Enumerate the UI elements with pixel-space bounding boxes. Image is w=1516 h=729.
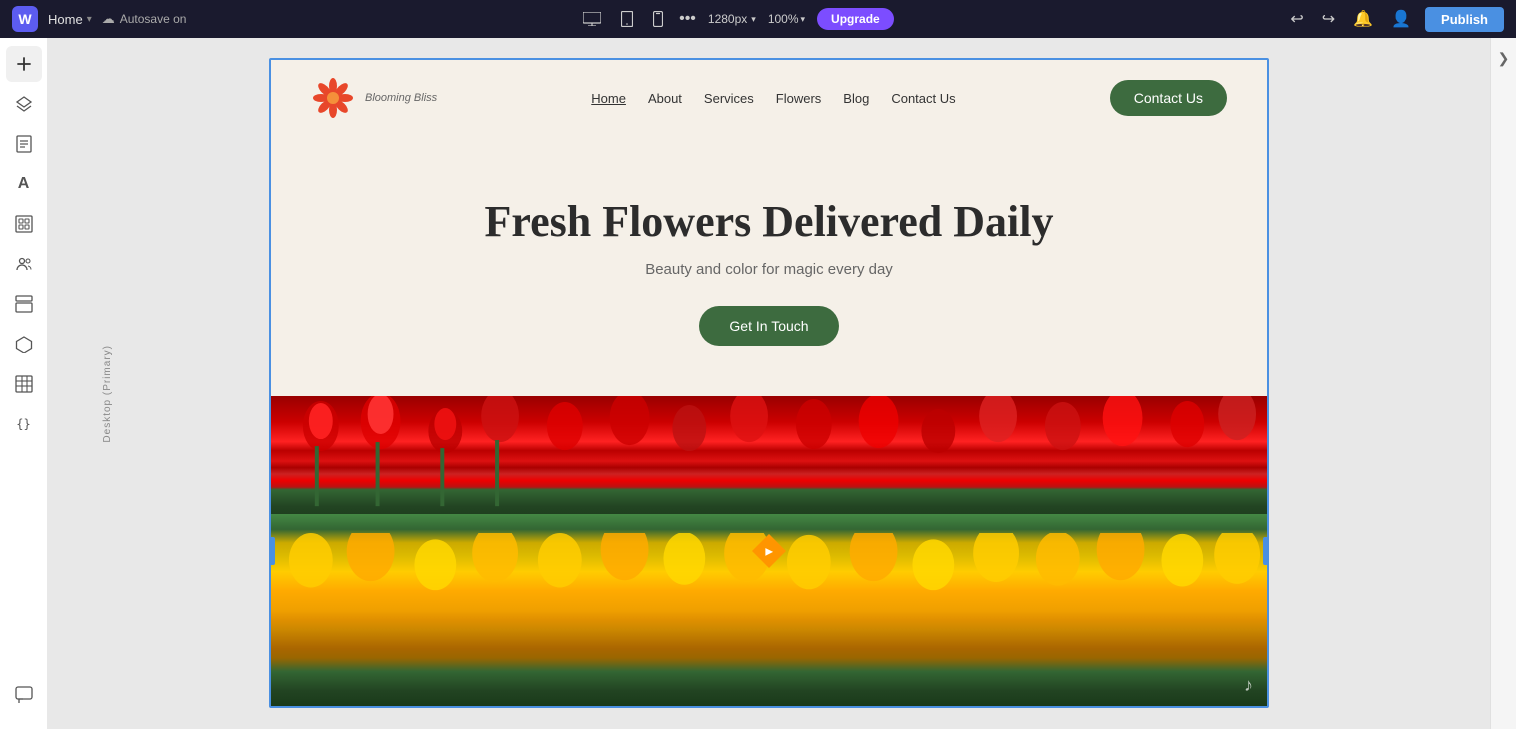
website-frame: Blooming Bliss Home About Services Flowe… <box>269 58 1269 708</box>
sidebar-item-text[interactable]: A <box>6 166 42 202</box>
flower-image-section[interactable]: ▶ ♪ <box>271 396 1267 706</box>
nav-link-flowers[interactable]: Flowers <box>776 91 822 106</box>
upgrade-button[interactable]: Upgrade <box>817 8 894 30</box>
nav-link-home[interactable]: Home <box>591 91 626 106</box>
sidebar-item-apps[interactable] <box>6 326 42 362</box>
site-logo: Blooming Bliss <box>311 76 437 120</box>
logo-letter: W <box>18 11 31 27</box>
cloud-icon: ☁ <box>102 11 115 27</box>
sidebar-item-sections[interactable] <box>6 286 42 322</box>
publish-button[interactable]: Publish <box>1425 7 1504 32</box>
sidebar-item-table[interactable] <box>6 366 42 402</box>
site-hero: Fresh Flowers Delivered Daily Beauty and… <box>271 136 1267 396</box>
nav-link-contact[interactable]: Contact Us <box>891 91 955 106</box>
notifications-icon[interactable]: 🔔 <box>1349 5 1377 33</box>
mobile-view-button[interactable] <box>649 7 667 31</box>
redo-button[interactable]: ↪ <box>1318 5 1339 33</box>
red-tulips-svg <box>271 396 1267 526</box>
sidebar-item-chat[interactable] <box>6 677 42 713</box>
logo-name: Blooming Bliss <box>365 92 437 104</box>
zoom-chevron-icon: ▾ <box>801 14 806 25</box>
logo-text: Blooming Bliss <box>365 92 437 104</box>
play-arrow-icon: ▶ <box>766 546 774 557</box>
text-tool-icon: A <box>18 175 30 193</box>
desktop-label-wrap: Desktop (Primary) <box>102 58 113 729</box>
autosave-text: Autosave on <box>120 12 187 26</box>
nav-link-about[interactable]: About <box>648 91 682 106</box>
right-panel-collapse-button[interactable]: ❯ <box>1498 50 1510 67</box>
topbar-right: ↩ ↪ 🔔 👤 Publish <box>1286 5 1504 33</box>
red-tulips-area <box>271 396 1267 526</box>
viewport-size-selector[interactable]: 1280px ▾ <box>708 12 756 26</box>
zoom-value: 100% <box>768 12 799 26</box>
canvas-area[interactable]: Desktop (Primary) <box>48 38 1490 729</box>
section-resize-handle-left[interactable] <box>271 537 275 565</box>
sidebar-item-layers[interactable] <box>6 86 42 122</box>
viewport-size-value: 1280px <box>708 12 747 26</box>
zoom-selector[interactable]: 100% ▾ <box>768 12 805 26</box>
sidebar-item-pages[interactable] <box>6 126 42 162</box>
autosave-status: ☁ Autosave on <box>102 11 187 27</box>
sidebar-item-code[interactable]: {} <box>6 406 42 442</box>
nav-link-blog[interactable]: Blog <box>843 91 869 106</box>
main-layout: A <box>0 38 1516 729</box>
account-icon[interactable]: 👤 <box>1387 5 1415 33</box>
viewport-chevron-icon: ▾ <box>751 14 756 25</box>
sidebar-item-media[interactable] <box>6 206 42 242</box>
hero-title: Fresh Flowers Delivered Daily <box>311 196 1227 247</box>
page-selector[interactable]: Home ▾ <box>48 12 92 27</box>
logo-flower-icon <box>311 76 355 120</box>
right-panel: ❯ <box>1490 38 1516 729</box>
topbar: W Home ▾ ☁ Autosave on ••• 1280px ▾ 100%… <box>0 0 1516 38</box>
undo-button[interactable]: ↩ <box>1286 5 1307 33</box>
page-name: Home <box>48 12 83 27</box>
desktop-view-button[interactable] <box>579 8 605 30</box>
sidebar-item-add[interactable] <box>6 46 42 82</box>
left-sidebar: A <box>0 38 48 729</box>
tablet-view-button[interactable] <box>617 7 637 31</box>
get-in-touch-button[interactable]: Get In Touch <box>699 306 838 346</box>
topbar-left: W Home ▾ ☁ Autosave on <box>12 6 186 32</box>
contact-us-button[interactable]: Contact Us <box>1110 80 1227 116</box>
more-options-icon[interactable]: ••• <box>679 10 696 28</box>
desktop-label: Desktop (Primary) <box>102 345 113 443</box>
section-resize-handle-right[interactable] <box>1263 537 1267 565</box>
play-cursor[interactable]: ▶ <box>755 537 783 565</box>
code-icon: {} <box>16 417 30 431</box>
nav-link-services[interactable]: Services <box>704 91 754 106</box>
chevron-down-icon: ▾ <box>87 14 92 25</box>
site-header: Blooming Bliss Home About Services Flowe… <box>271 60 1267 136</box>
cursor-diamond: ▶ <box>752 534 786 568</box>
music-note-icon: ♪ <box>1244 675 1253 696</box>
topbar-center: ••• 1280px ▾ 100% ▾ Upgrade <box>579 7 894 31</box>
app-logo[interactable]: W <box>12 6 38 32</box>
hero-subtitle: Beauty and color for magic every day <box>311 261 1227 278</box>
sidebar-item-members[interactable] <box>6 246 42 282</box>
site-nav: Home About Services Flowers Blog Contact… <box>591 91 955 106</box>
